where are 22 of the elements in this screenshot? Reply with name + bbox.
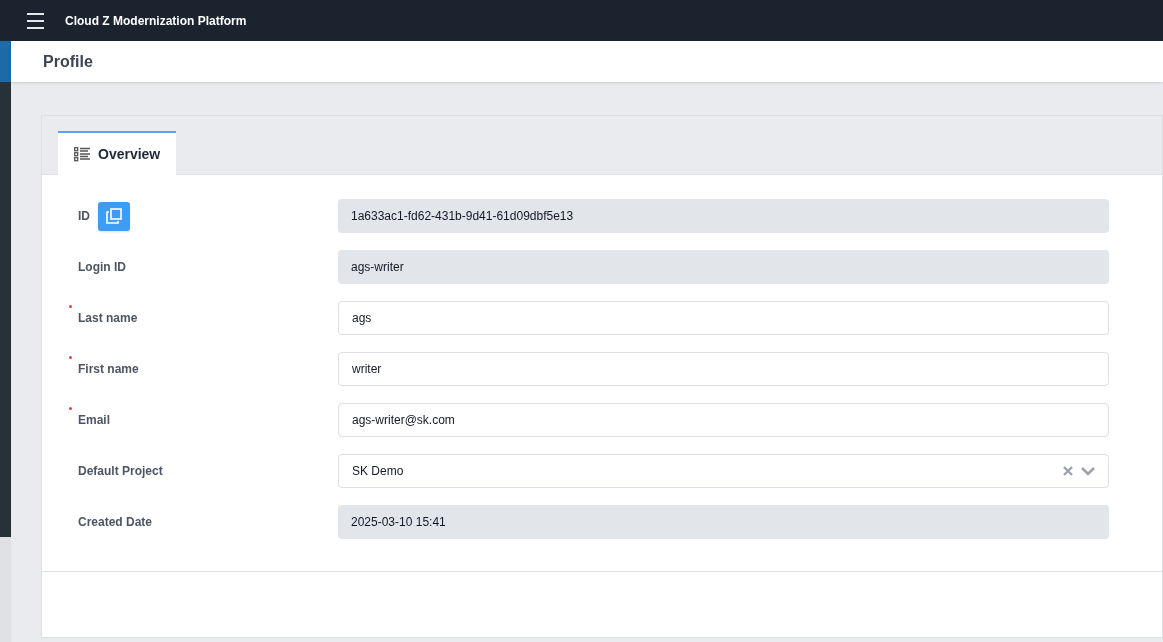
project-dropdown[interactable]: SK Demo (338, 454, 1109, 488)
copy-button[interactable] (98, 201, 130, 231)
app-title: Cloud Z Modernization Platform (65, 12, 247, 30)
overview-tab[interactable]: Overview (58, 131, 177, 175)
list-icon (74, 146, 90, 162)
field-label: Created Date (78, 514, 153, 531)
readonly-field: 2025-03-10 15:41 (338, 505, 1109, 539)
readonly-field: 1a633ac1-fd62-431b-9d41-61d09dbf5e13 (338, 199, 1109, 233)
field-label: Last name (78, 310, 138, 327)
readonly-field: ags-writer (338, 250, 1109, 284)
input-field[interactable]: ags (338, 301, 1109, 335)
input-field[interactable]: ags-writer@sk.com (338, 403, 1109, 437)
chevron-down-icon[interactable] (1081, 466, 1095, 476)
input-field[interactable]: writer (338, 352, 1109, 386)
clear-icon[interactable] (1063, 466, 1073, 476)
field-label: Login ID (78, 259, 126, 276)
field-label: Default Project (78, 463, 163, 480)
field-label: First name (78, 361, 139, 378)
field-label: ID (78, 208, 90, 225)
copy-icon (106, 208, 122, 224)
field-label: Email (78, 412, 110, 429)
page-title: Profile (43, 51, 93, 72)
